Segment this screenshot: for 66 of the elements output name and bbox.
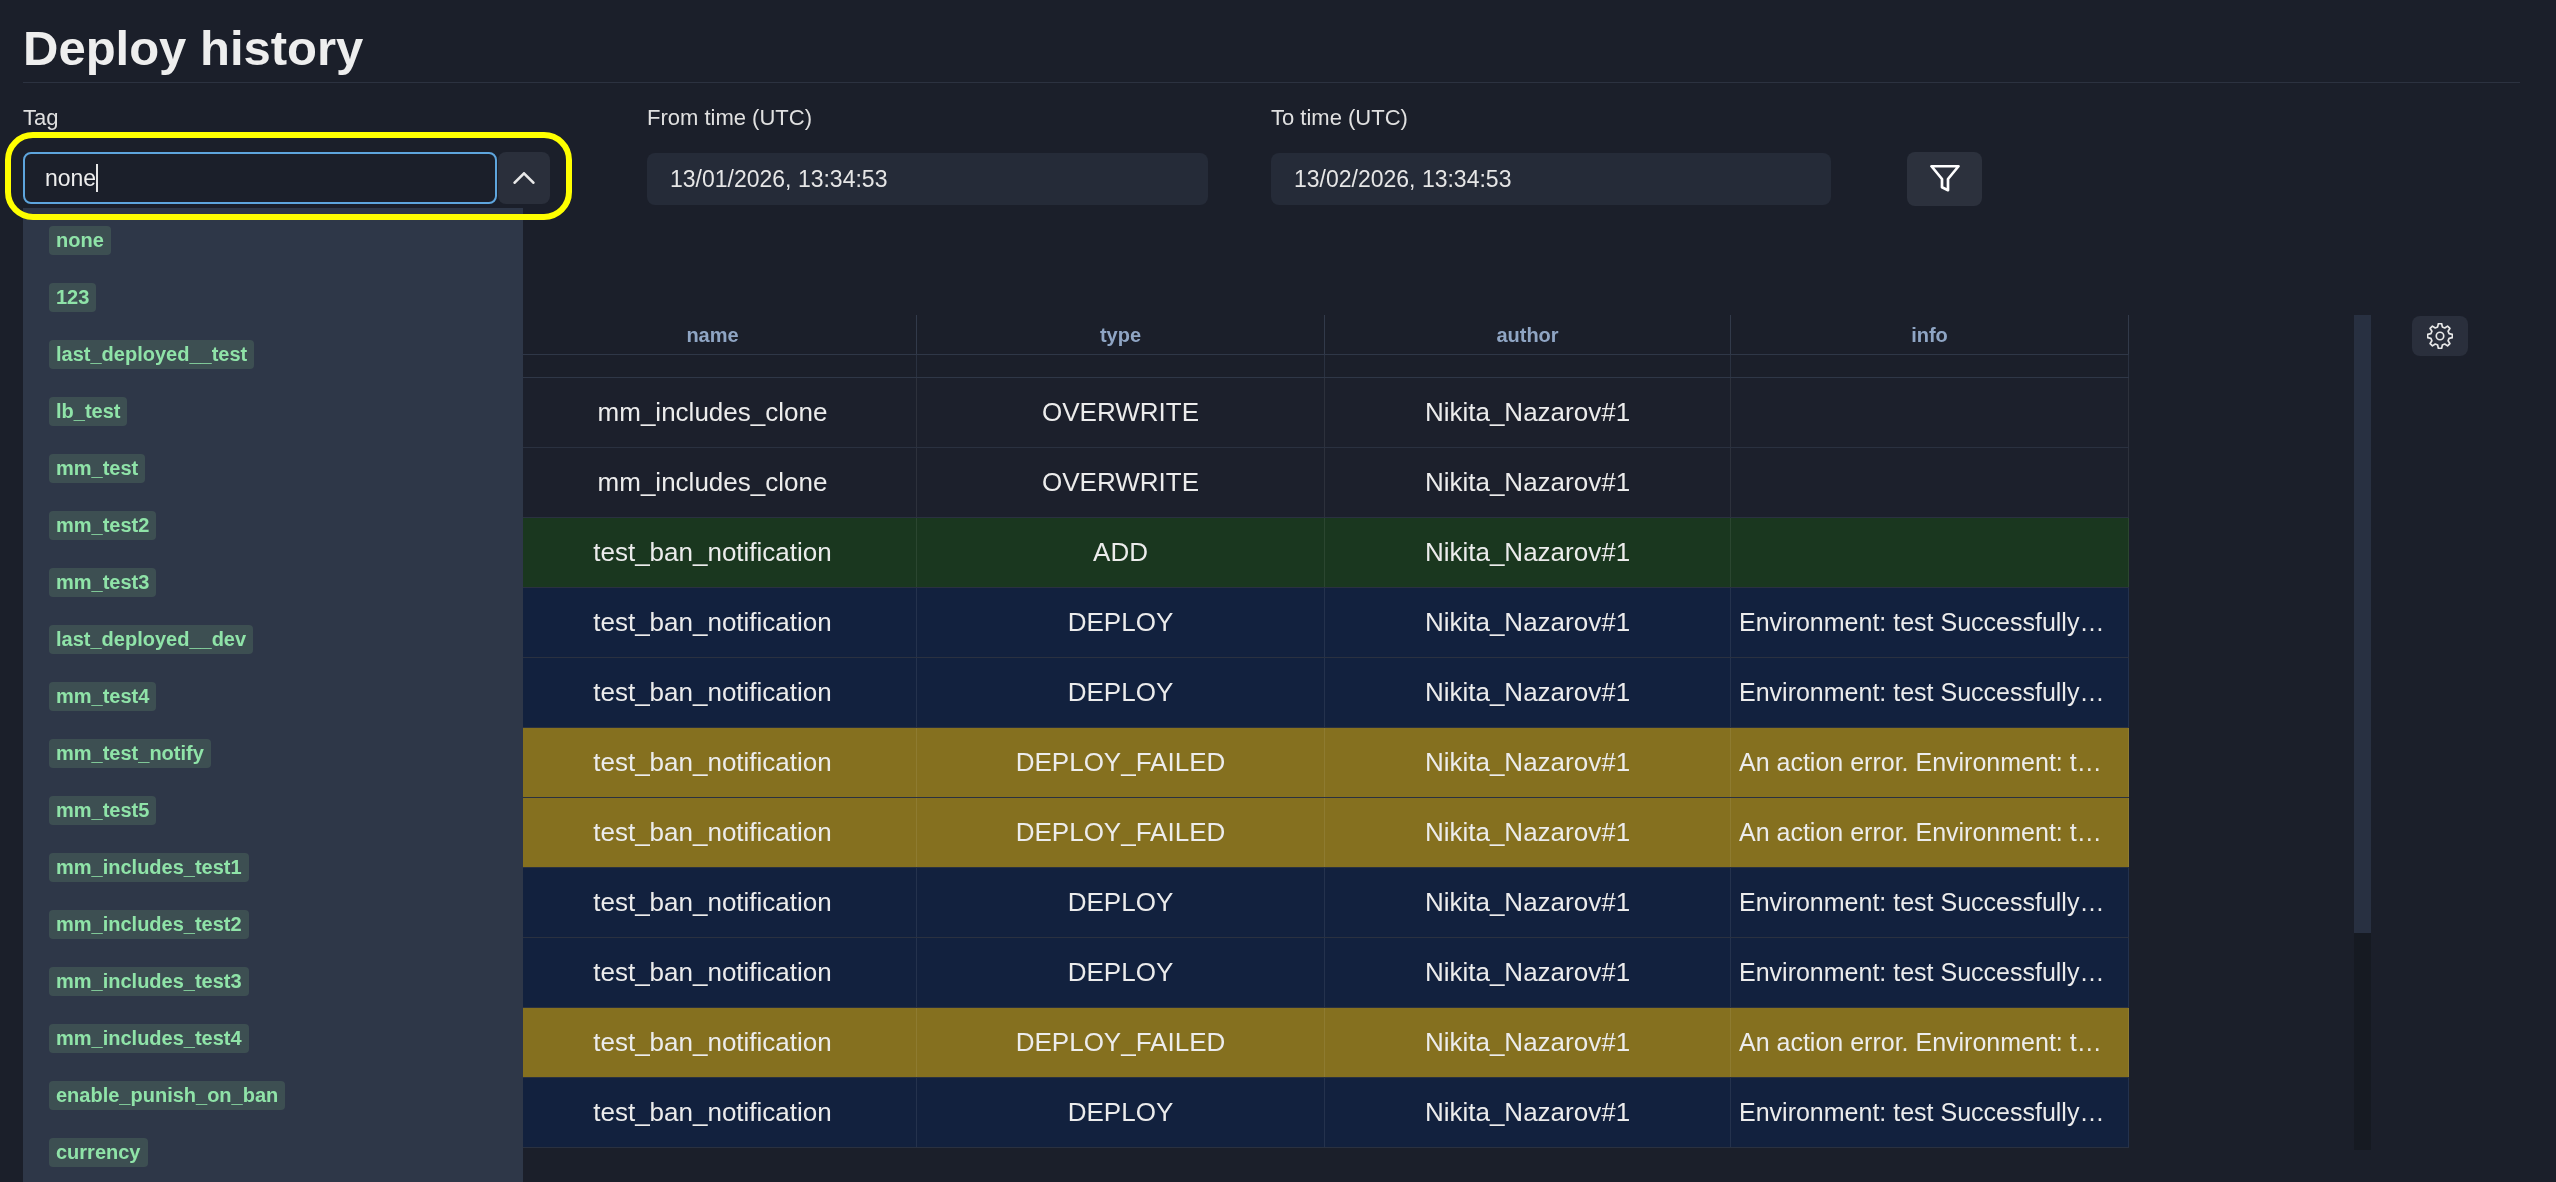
table-cell: DEPLOY — [917, 588, 1325, 657]
tag-option[interactable]: currency — [49, 1138, 148, 1167]
dropdown-toggle-button[interactable] — [498, 152, 550, 204]
text-caret — [96, 164, 99, 192]
settings-button[interactable] — [2412, 316, 2468, 356]
table-cell: Nikita_Nazarov#1 — [1325, 518, 1731, 587]
table-cell: Environment: test Successfully… — [1731, 658, 2129, 727]
table-cell: DEPLOY — [917, 868, 1325, 937]
table-cell: Nikita_Nazarov#1 — [1325, 378, 1731, 447]
to-time-field[interactable]: 13/02/2026, 13:34:53 — [1271, 153, 1831, 205]
table-cell: Nikita_Nazarov#1 — [1325, 1008, 1731, 1077]
table-cell: An action error. Environment: t… — [1731, 798, 2129, 867]
table-cell: ADD — [917, 518, 1325, 587]
table-cell: Nikita_Nazarov#1 — [1325, 658, 1731, 727]
filter-icon — [1929, 164, 1960, 194]
table-cell: DEPLOY — [917, 938, 1325, 1007]
table-cell: DEPLOY_FAILED — [917, 798, 1325, 867]
scrollbar-track[interactable] — [2354, 315, 2371, 1150]
table-cell: Environment: test Successfully… — [1731, 868, 2129, 937]
field-label: From time (UTC) — [647, 104, 812, 132]
settings-icon — [2427, 323, 2453, 349]
tag-option[interactable]: mm_test4 — [49, 682, 157, 711]
tag-input[interactable]: none — [23, 152, 497, 204]
column-header[interactable]: info — [1731, 315, 2129, 354]
tag-option[interactable]: 123 — [49, 283, 97, 312]
scrollbar-thumb[interactable] — [2354, 933, 2371, 1150]
table-cell: Nikita_Nazarov#1 — [1325, 938, 1731, 1007]
tag-option[interactable]: lb_test — [49, 397, 128, 426]
table-cell: Environment: test Successfully… — [1731, 938, 2129, 1007]
tag-option[interactable]: mm_test_notify — [49, 739, 211, 768]
table-cell: Nikita_Nazarov#1 — [1325, 448, 1731, 517]
table-cell: DEPLOY — [917, 658, 1325, 727]
table-cell: DEPLOY — [917, 1078, 1325, 1147]
tag-option[interactable]: mm_includes_test1 — [49, 853, 249, 882]
table-cell: Environment: test Successfully… — [1731, 588, 2129, 657]
tag-option[interactable]: mm_test3 — [49, 568, 157, 597]
table-cell: Nikita_Nazarov#1 — [1325, 588, 1731, 657]
tag-option[interactable]: last_deployed__test — [49, 340, 255, 369]
table-cell: Nikita_Nazarov#1 — [1325, 728, 1731, 797]
field-label: Tag — [23, 104, 59, 132]
tag-option[interactable]: last_deployed__dev — [49, 625, 254, 654]
column-header[interactable]: author — [1325, 315, 1731, 354]
tag-option[interactable]: mm_test — [49, 454, 146, 483]
filter-button[interactable] — [1907, 152, 1982, 206]
table-cell: Nikita_Nazarov#1 — [1325, 1078, 1731, 1147]
table-cell: Environment: test Successfully… — [1731, 1078, 2129, 1147]
field-label: To time (UTC) — [1271, 104, 1408, 132]
table-cell: DEPLOY_FAILED — [917, 728, 1325, 797]
tag-option[interactable]: mm_test5 — [49, 796, 157, 825]
tag-option[interactable]: none — [49, 226, 111, 255]
table-cell: An action error. Environment: t… — [1731, 728, 2129, 797]
tag-option[interactable]: mm_includes_test2 — [49, 910, 249, 939]
table-cell: OVERWRITE — [917, 448, 1325, 517]
column-header[interactable]: type — [917, 315, 1325, 354]
table-cell: OVERWRITE — [917, 378, 1325, 447]
table-cell: DEPLOY_FAILED — [917, 1008, 1325, 1077]
table-cell: Nikita_Nazarov#1 — [1325, 798, 1731, 867]
tag-option[interactable]: mm_test2 — [49, 511, 157, 540]
tag-option[interactable]: enable_punish_on_ban — [49, 1081, 286, 1110]
table-cell: An action error. Environment: t… — [1731, 1008, 2129, 1077]
from-time-field[interactable]: 13/01/2026, 13:34:53 — [647, 153, 1208, 205]
tag-option[interactable]: mm_includes_test3 — [49, 967, 249, 996]
page-title: Deploy history — [23, 20, 364, 77]
table-cell: Nikita_Nazarov#1 — [1325, 868, 1731, 937]
tag-option[interactable]: mm_includes_test4 — [49, 1024, 249, 1053]
chevron-up-icon — [513, 172, 535, 184]
